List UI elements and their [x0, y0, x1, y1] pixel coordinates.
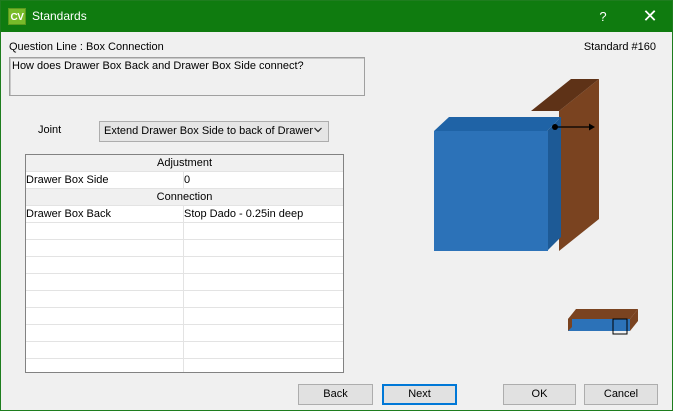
joint-selected-value: Extend Drawer Box Side to back of Drawer [104, 125, 314, 137]
grid-empty-row [26, 240, 343, 257]
next-button[interactable]: Next [382, 384, 457, 405]
grid-empty-cell [26, 291, 184, 307]
grid-empty-row [26, 325, 343, 342]
drawer-thumbnail [568, 309, 638, 335]
grid-empty-cell [26, 359, 184, 372]
close-icon: ✕ [642, 6, 658, 26]
grid-empty-cell [26, 308, 184, 324]
drawer-side-front [434, 131, 548, 251]
grid-empty-row [26, 257, 343, 274]
grid-row-value[interactable]: Stop Dado - 0.25in deep [184, 206, 343, 222]
joint-dropdown[interactable]: Extend Drawer Box Side to back of Drawer [99, 121, 329, 142]
grid-empty-cell [26, 257, 184, 273]
chevron-down-icon [314, 127, 322, 133]
grid-row[interactable]: Drawer Box Back Stop Dado - 0.25in deep [26, 206, 343, 223]
grid-empty-cell [26, 223, 184, 239]
grid-empty-cell [184, 274, 343, 290]
section-header-connection: Connection [156, 191, 213, 203]
standard-number-label: Standard #160 [583, 41, 656, 53]
drawer-side-top [434, 117, 561, 131]
grid-empty-cell [26, 342, 184, 358]
back-button[interactable]: Back [298, 384, 373, 405]
grid-empty-cell [184, 223, 343, 239]
grid-empty-row [26, 359, 343, 372]
grid-empty-cell [26, 274, 184, 290]
grid-empty-row [26, 274, 343, 291]
grid-row-value[interactable]: 0 [184, 172, 343, 188]
grid-row-value-text: Stop Dado - 0.25in deep [184, 208, 304, 220]
grid-empty-row [26, 308, 343, 325]
properties-grid[interactable]: Adjustment Drawer Box Side 0 Connection … [25, 154, 344, 373]
question-text-box: How does Drawer Box Back and Drawer Box … [9, 57, 365, 96]
grid-empty-cell [184, 291, 343, 307]
grid-empty-cell [184, 308, 343, 324]
grid-empty-cell [184, 325, 343, 341]
title-bar: CV Standards ? ✕ [1, 1, 672, 32]
grid-empty-row [26, 223, 343, 240]
thumb-side [568, 319, 630, 331]
app-logo-icon: CV [8, 8, 26, 25]
grid-empty-cell [26, 240, 184, 256]
grid-empty-cell [26, 325, 184, 341]
ok-button[interactable]: OK [503, 384, 576, 405]
grid-row-value-text: 0 [184, 174, 191, 186]
grid-row-name: Drawer Box Back [26, 206, 184, 222]
drawer-side-right [547, 117, 561, 251]
grid-empty-cell [184, 240, 343, 256]
window-title: Standards [32, 9, 87, 23]
grid-empty-cell [184, 342, 343, 358]
grid-empty-cell [184, 257, 343, 273]
close-button[interactable]: ✕ [628, 1, 672, 32]
help-icon: ? [599, 9, 607, 24]
grid-row[interactable]: Drawer Box Side 0 [26, 172, 343, 189]
standards-dialog: CV Standards ? ✕ Question Line : Box Con… [0, 0, 673, 411]
joint-diagram [434, 79, 599, 251]
thumb-back [568, 309, 638, 319]
grid-empty-cell [184, 359, 343, 372]
grid-empty-row [26, 342, 343, 359]
joint-label: Joint [38, 124, 62, 136]
grid-section-header: Connection [26, 189, 343, 206]
question-line-label: Question Line : Box Connection [9, 41, 164, 53]
help-button[interactable]: ? [581, 1, 625, 32]
cancel-button[interactable]: Cancel [584, 384, 658, 405]
section-header-adjustment: Adjustment [156, 157, 213, 169]
grid-empty-row [26, 291, 343, 308]
grid-row-name: Drawer Box Side [26, 172, 184, 188]
grid-section-header: Adjustment [26, 155, 343, 172]
